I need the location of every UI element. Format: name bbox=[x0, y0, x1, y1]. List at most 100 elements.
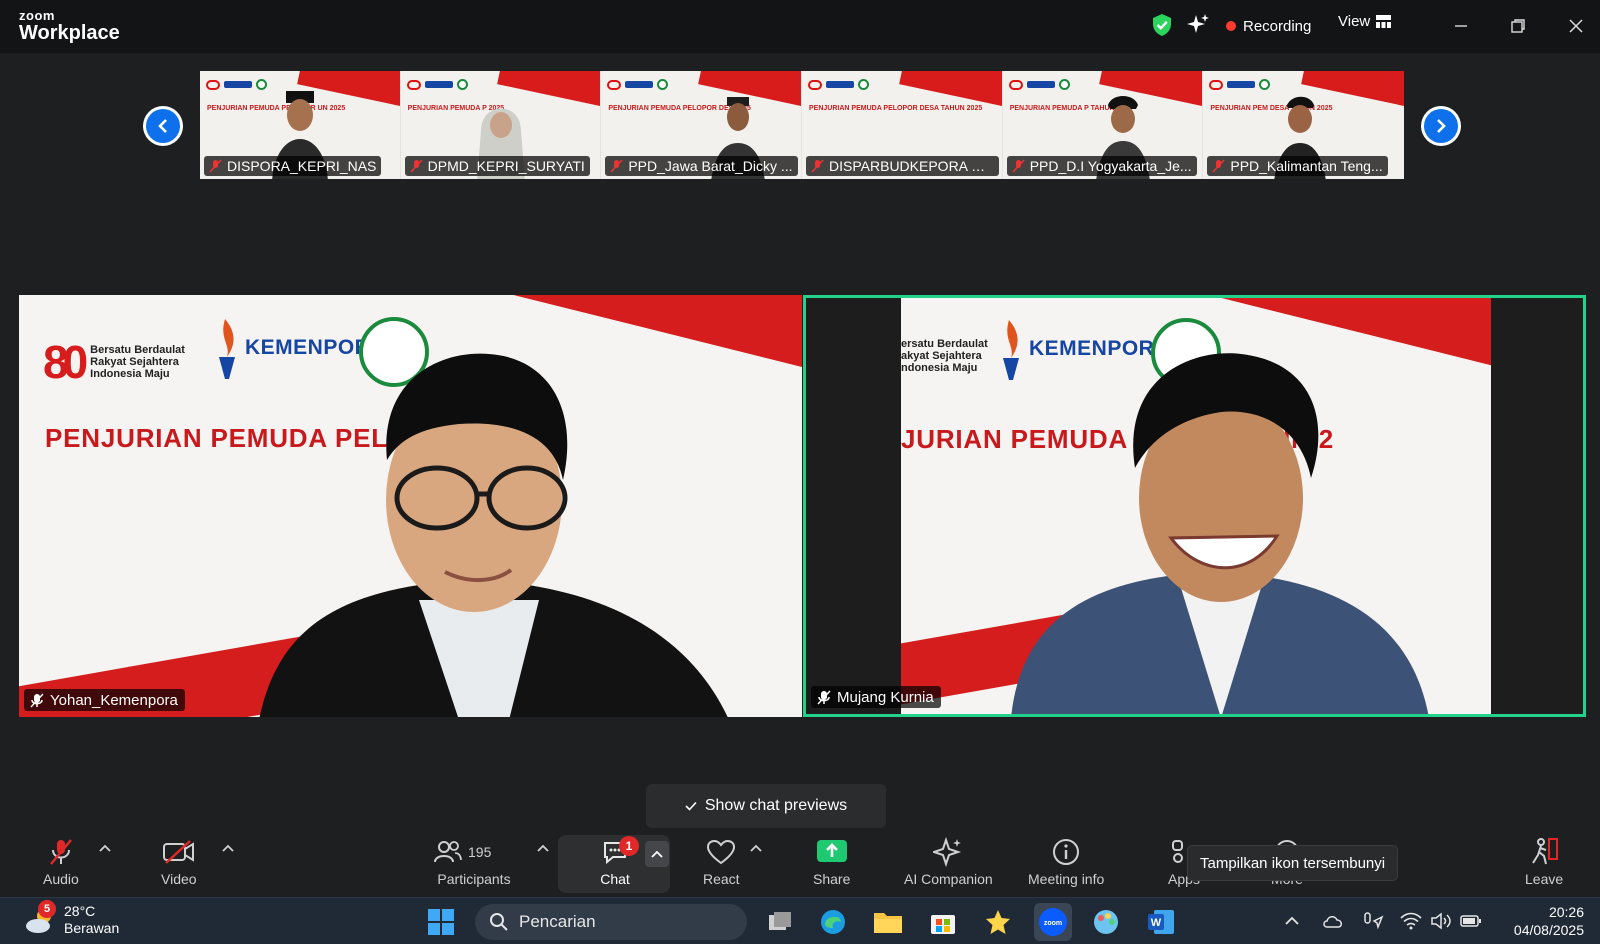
muted-mic-icon bbox=[811, 159, 824, 173]
taskbar-clock[interactable]: 20:26 04/08/2025 bbox=[1514, 903, 1584, 939]
minimize-icon bbox=[1455, 25, 1467, 27]
logo-80: 80 bbox=[43, 336, 88, 388]
muted-mic-icon bbox=[410, 159, 423, 173]
participant-thumbnail[interactable]: PENJURIAN PEMUDA P TAHUN 2025 PPD_D.I Yo… bbox=[1002, 71, 1204, 179]
edge-browser-button[interactable] bbox=[817, 906, 849, 938]
participant-thumbnail[interactable]: PENJURIAN PEMUDA PELOPOR DES 2025 PPD_Ja… bbox=[601, 71, 803, 179]
paint-app-button[interactable] bbox=[1090, 906, 1122, 938]
chevron-right-icon bbox=[1437, 119, 1446, 133]
muted-microphone-icon bbox=[49, 839, 72, 865]
taskbar-search[interactable]: Pencarian bbox=[475, 904, 747, 940]
participant-name-label: PPD_Kalimantan Teng... bbox=[1207, 156, 1388, 176]
participant-name-label: PPD_D.I Yogyakarta_Je... bbox=[1006, 156, 1197, 176]
zoom-taskbar-button[interactable]: zoom bbox=[1034, 903, 1072, 941]
search-icon bbox=[490, 913, 508, 931]
participant-thumbnail[interactable]: PENJURIAN PEMUDA P 2025 DPMD_KEPRI_SURYA… bbox=[400, 71, 602, 179]
microsoft-store-button[interactable] bbox=[927, 906, 959, 938]
brand-bottom: Workplace bbox=[19, 22, 120, 44]
weather-widget[interactable]: 5 28°C Berawan bbox=[24, 900, 120, 937]
ai-companion-sparkle-icon bbox=[933, 837, 962, 867]
participant-thumbnail-strip: PENJURIAN PEMUDA PELOPOR UN 2025 DISPORA… bbox=[200, 71, 1405, 179]
view-label: View bbox=[1338, 13, 1371, 30]
windows-start-button[interactable] bbox=[425, 906, 457, 938]
edge-icon bbox=[821, 910, 845, 934]
location-tray-icon[interactable] bbox=[1362, 910, 1384, 932]
anniversary-logo: 80 Bersatu Berdaulat Rakyat Sejahtera In… bbox=[43, 336, 185, 388]
task-view-icon bbox=[769, 912, 791, 930]
muted-mic-icon bbox=[1012, 159, 1025, 173]
svg-text:W: W bbox=[1151, 917, 1162, 929]
participant-thumbnail[interactable]: PENJURIAN PEMUDA PELOPOR DESA TAHUN 2025… bbox=[802, 71, 1003, 179]
wifi-tray-icon[interactable] bbox=[1400, 910, 1422, 932]
security-shield-icon[interactable] bbox=[1150, 13, 1174, 37]
audio-options-chevron-icon[interactable] bbox=[97, 841, 113, 855]
battery-icon bbox=[1460, 915, 1481, 927]
audio-button[interactable]: Audio bbox=[43, 837, 79, 887]
star-app-icon bbox=[986, 910, 1010, 934]
participants-icon bbox=[434, 841, 462, 863]
video-tile-mujang-active-speaker[interactable]: ersatu Berdaulat akyat Sejahtera ndonesi… bbox=[803, 295, 1586, 717]
chevron-left-icon bbox=[158, 119, 167, 133]
pinned-app-button[interactable] bbox=[982, 906, 1014, 938]
paint-palette-icon bbox=[1094, 910, 1118, 934]
word-app-button[interactable]: W bbox=[1145, 906, 1177, 938]
volume-tray-icon[interactable] bbox=[1430, 910, 1452, 932]
chat-options-button[interactable] bbox=[645, 841, 669, 867]
weather-condition: Berawan bbox=[64, 920, 120, 936]
participant-name-label: PPD_Jawa Barat_Dicky ... bbox=[605, 156, 798, 176]
previous-page-button[interactable] bbox=[143, 106, 183, 146]
file-explorer-button[interactable] bbox=[872, 906, 904, 938]
word-icon: W bbox=[1148, 910, 1174, 934]
participant-name-label: DISPARBUDKEPORA Pr... bbox=[806, 156, 1000, 176]
participant-name-label: Yohan_Kemenpora bbox=[24, 689, 185, 711]
brand-top: zoom bbox=[19, 8, 55, 23]
participant-name-label: Mujang Kurnia bbox=[811, 686, 941, 708]
participant-thumbnail[interactable]: PENJURIAN PEM DESA TAHUN 2025 PPD_Kalima… bbox=[1203, 71, 1405, 179]
store-icon bbox=[931, 915, 955, 934]
muted-mic-icon bbox=[1212, 159, 1225, 173]
minimize-button[interactable] bbox=[1446, 12, 1476, 40]
ai-sparkle-icon[interactable] bbox=[1186, 13, 1210, 37]
participant-name-label: DPMD_KEPRI_SURYATI bbox=[404, 156, 590, 176]
video-options-chevron-icon[interactable] bbox=[220, 841, 236, 855]
leave-button[interactable]: Leave bbox=[1525, 837, 1563, 887]
video-feed: ersatu Berdaulat akyat Sejahtera ndonesi… bbox=[901, 298, 1491, 714]
recording-indicator[interactable]: Recording bbox=[1226, 15, 1311, 37]
onedrive-tray-icon[interactable] bbox=[1322, 910, 1344, 932]
info-icon bbox=[1053, 839, 1080, 865]
react-options-chevron-icon[interactable] bbox=[748, 841, 764, 855]
participants-count: 195 bbox=[468, 844, 492, 860]
close-button[interactable] bbox=[1561, 12, 1591, 40]
participant-video-mujang bbox=[1011, 353, 1429, 714]
checkmark-icon bbox=[685, 801, 697, 811]
task-view-button[interactable] bbox=[764, 906, 796, 938]
show-hidden-icons-button[interactable] bbox=[1281, 910, 1303, 932]
microphone-icon bbox=[30, 693, 44, 707]
clock-time: 20:26 bbox=[1548, 904, 1584, 920]
weather-alert-badge: 5 bbox=[38, 900, 56, 918]
recording-dot-icon bbox=[1226, 21, 1236, 31]
meeting-stage: PENJURIAN PEMUDA PELOPOR UN 2025 DISPORA… bbox=[0, 53, 1600, 829]
chat-unread-badge: 1 bbox=[619, 836, 639, 856]
ai-companion-button[interactable]: AI Companion bbox=[904, 837, 993, 887]
cloud-icon bbox=[1323, 916, 1342, 928]
participants-options-chevron-icon[interactable] bbox=[535, 841, 551, 855]
restore-button[interactable] bbox=[1503, 12, 1533, 40]
view-button[interactable]: View bbox=[1338, 13, 1392, 30]
grid-view-icon bbox=[1376, 15, 1392, 28]
folder-icon bbox=[874, 913, 902, 933]
share-button[interactable]: Share bbox=[813, 837, 850, 887]
heart-icon bbox=[707, 839, 736, 865]
react-button[interactable]: React bbox=[703, 837, 740, 887]
windows-logo-icon bbox=[428, 909, 454, 935]
show-chat-previews-option[interactable]: Show chat previews bbox=[646, 784, 886, 828]
video-button[interactable]: Video bbox=[161, 837, 197, 887]
participants-button[interactable]: 195 Participants bbox=[434, 837, 514, 887]
next-page-button[interactable] bbox=[1421, 106, 1461, 146]
participant-thumbnail[interactable]: PENJURIAN PEMUDA PELOPOR UN 2025 DISPORA… bbox=[200, 71, 401, 179]
title-bar: zoom Workplace Recording View bbox=[0, 0, 1600, 53]
battery-tray-icon[interactable] bbox=[1460, 910, 1482, 932]
meeting-info-button[interactable]: Meeting info bbox=[1028, 837, 1104, 887]
muted-mic-icon bbox=[610, 159, 623, 173]
video-tile-yohan[interactable]: 80 Bersatu Berdaulat Rakyat Sejahtera In… bbox=[19, 295, 802, 717]
